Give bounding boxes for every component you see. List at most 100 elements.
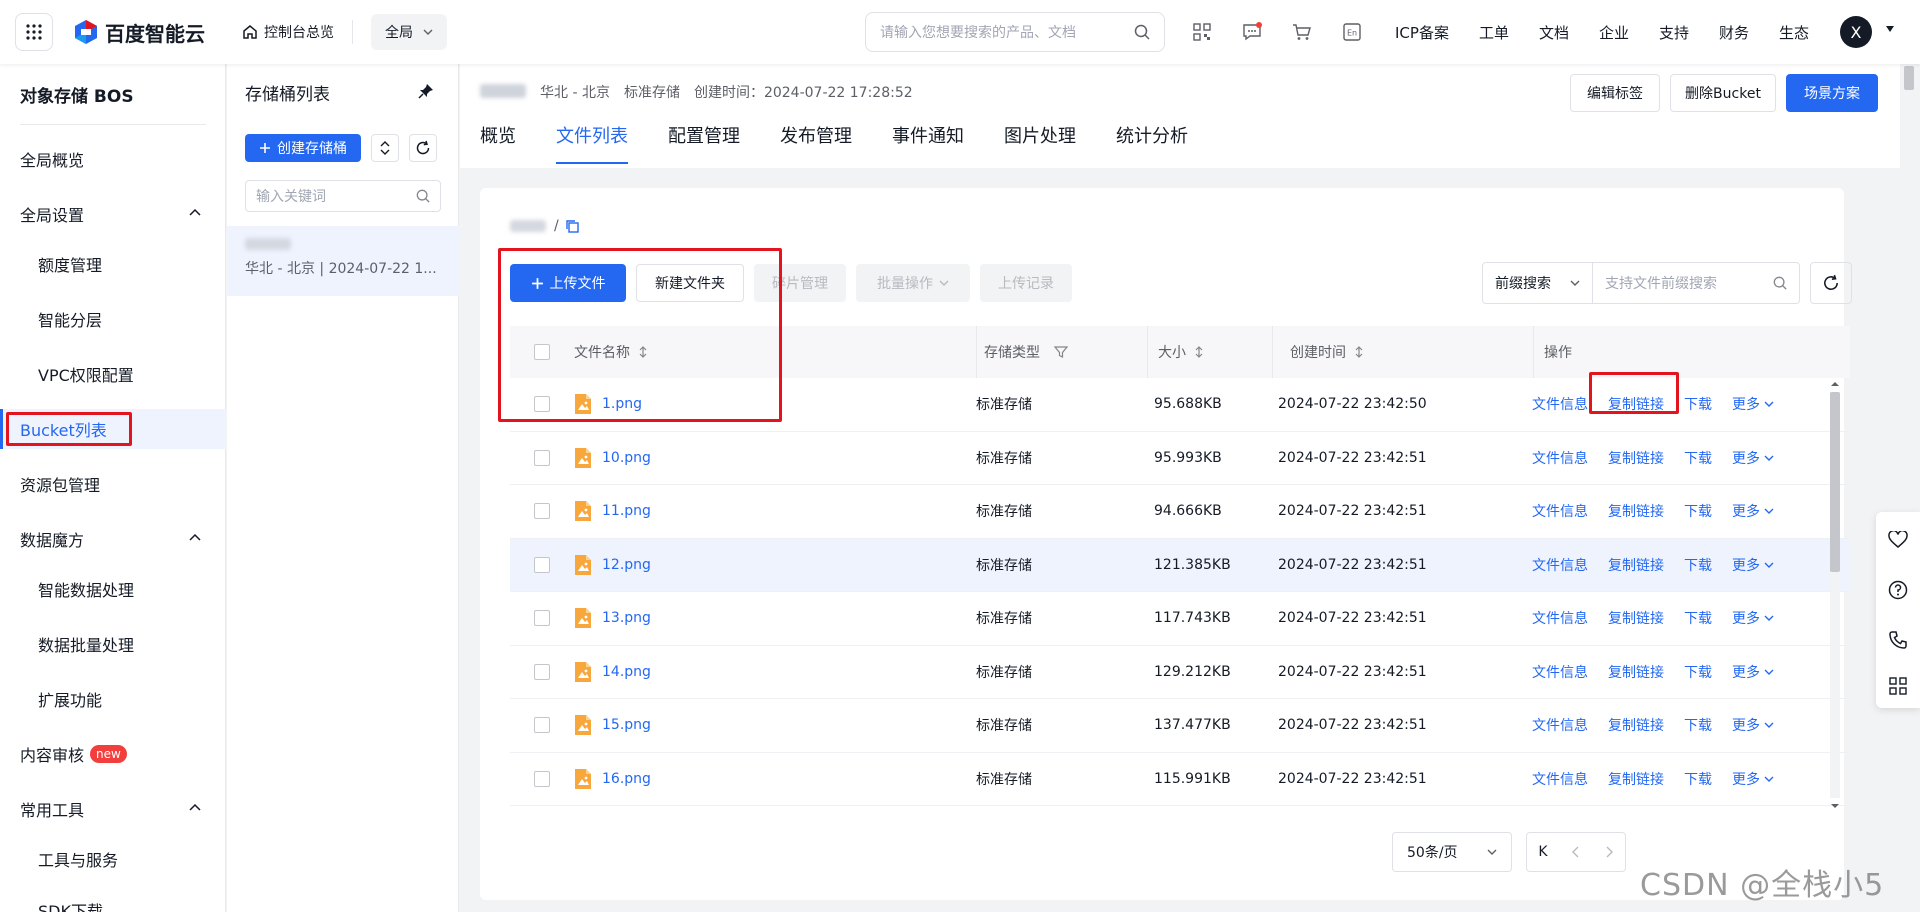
more-menu[interactable]: 更多 <box>1732 448 1774 468</box>
sidebar-item-bucket-list[interactable]: Bucket列表 <box>0 409 226 449</box>
download-link[interactable]: 下载 <box>1684 448 1712 468</box>
prefix-search-select[interactable]: 前缀搜索 <box>1483 263 1593 303</box>
user-avatar[interactable]: X <box>1840 16 1872 48</box>
sidebar-item-overview[interactable]: 全局概览 <box>0 139 226 179</box>
top-link-finance[interactable]: 财务 <box>1719 22 1749 43</box>
more-menu[interactable]: 更多 <box>1732 501 1774 521</box>
file-info-link[interactable]: 文件信息 <box>1532 662 1588 682</box>
download-link[interactable]: 下载 <box>1684 715 1712 735</box>
table-row[interactable]: 16.png 标准存储 115.991KB 2024-07-22 23:42:51 文件… <box>510 753 1850 806</box>
row-checkbox[interactable] <box>534 770 550 787</box>
copy-link-link[interactable]: 复制链接 <box>1608 608 1664 628</box>
message-icon[interactable] <box>1236 16 1268 48</box>
edit-tags-button[interactable]: 编辑标签 <box>1570 74 1660 112</box>
file-info-link[interactable]: 文件信息 <box>1532 501 1588 521</box>
more-menu[interactable]: 更多 <box>1732 394 1774 414</box>
sort-icon[interactable] <box>1194 345 1204 359</box>
table-row[interactable]: 13.png 标准存储 117.743KB 2024-07-22 23:42:51 文件… <box>510 592 1850 646</box>
scroll-up-icon[interactable] <box>1828 378 1842 390</box>
table-row[interactable]: 12.png 标准存储 121.385KB 2024-07-22 23:42:51 文件… <box>510 538 1850 592</box>
create-bucket-button[interactable]: 创建存储桶 <box>245 134 361 162</box>
file-name-link[interactable]: 11.png <box>602 503 651 519</box>
table-scrollbar[interactable] <box>1828 378 1842 812</box>
select-all-checkbox[interactable] <box>534 344 550 360</box>
file-name-link[interactable]: 10.png <box>602 450 651 466</box>
tab-overview[interactable]: 概览 <box>480 122 516 166</box>
sidebar-item-moderation[interactable]: 内容审核 new <box>0 734 226 774</box>
tab-events[interactable]: 事件通知 <box>892 122 964 166</box>
upload-file-button[interactable]: 上传文件 <box>510 264 626 302</box>
sidebar-item-extensions[interactable]: 扩展功能 <box>0 679 226 719</box>
more-menu[interactable]: 更多 <box>1732 769 1774 789</box>
row-checkbox[interactable] <box>534 610 550 627</box>
sidebar-item-tiering[interactable]: 智能分层 <box>0 299 226 339</box>
phone-icon[interactable] <box>1886 628 1910 652</box>
page-scrollbar[interactable] <box>1900 64 1920 912</box>
region-selector[interactable]: 全局 <box>371 14 447 50</box>
tab-publish[interactable]: 发布管理 <box>780 122 852 166</box>
row-checkbox[interactable] <box>534 717 550 734</box>
file-name-link[interactable]: 15.png <box>602 717 651 733</box>
sort-icon[interactable] <box>1354 345 1364 359</box>
search-icon[interactable] <box>1773 276 1787 290</box>
first-page-button[interactable]: K <box>1526 832 1560 872</box>
table-row[interactable]: 15.png 标准存储 137.477KB 2024-07-22 23:42:51 文件… <box>510 699 1850 753</box>
sidebar-item-resource-pack[interactable]: 资源包管理 <box>0 464 226 504</box>
table-row[interactable]: 14.png 标准存储 129.212KB 2024-07-22 23:42:51 文件… <box>510 646 1850 699</box>
file-info-link[interactable]: 文件信息 <box>1532 608 1588 628</box>
col-header-time[interactable]: 创建时间 <box>1278 342 1532 362</box>
top-link-ticket[interactable]: 工单 <box>1479 22 1509 43</box>
scenario-button[interactable]: 场景方案 <box>1786 74 1878 112</box>
page-size-select[interactable]: 50条/页 <box>1392 832 1512 872</box>
scroll-down-icon[interactable] <box>1828 800 1842 812</box>
download-link[interactable]: 下载 <box>1684 501 1712 521</box>
copy-link-link[interactable]: 复制链接 <box>1608 394 1664 414</box>
row-checkbox[interactable] <box>534 663 550 680</box>
table-row[interactable]: 11.png 标准存储 94.666KB 2024-07-22 23:42:51 文件信… <box>510 485 1850 539</box>
brand-logo[interactable]: 百度智能云 <box>73 18 205 47</box>
row-checkbox[interactable] <box>534 556 550 573</box>
file-name-link[interactable]: 14.png <box>602 664 651 680</box>
top-link-docs[interactable]: 文档 <box>1539 22 1569 43</box>
tab-config[interactable]: 配置管理 <box>668 122 740 166</box>
col-header-size[interactable]: 大小 <box>1154 342 1278 362</box>
filter-icon[interactable] <box>1054 345 1068 359</box>
sidebar-item-smart-data[interactable]: 智能数据处理 <box>0 569 226 609</box>
bucket-list-item[interactable]: 华北 - 北京 | 2024-07-22 1... <box>227 226 459 296</box>
console-home-link[interactable]: 控制台总览 <box>242 22 334 42</box>
copy-link-link[interactable]: 复制链接 <box>1608 448 1664 468</box>
upload-record-button[interactable]: 上传记录 <box>980 264 1072 302</box>
fragment-manage-button[interactable]: 碎片管理 <box>754 264 846 302</box>
file-name-link[interactable]: 16.png <box>602 771 651 787</box>
table-row[interactable]: 1.png 标准存储 95.688KB 2024-07-22 23:42:50 文件信息… <box>510 378 1850 432</box>
copy-link-link[interactable]: 复制链接 <box>1608 715 1664 735</box>
row-checkbox[interactable] <box>534 396 550 413</box>
col-header-name[interactable]: 文件名称 <box>574 342 976 362</box>
sort-icon[interactable] <box>638 345 648 359</box>
file-name-link[interactable]: 12.png <box>602 557 651 573</box>
grid-icon[interactable] <box>1886 674 1910 698</box>
row-checkbox[interactable] <box>534 449 550 466</box>
download-link[interactable]: 下载 <box>1684 608 1712 628</box>
sidebar-item-data-cube[interactable]: 数据魔方 <box>0 519 226 559</box>
file-info-link[interactable]: 文件信息 <box>1532 769 1588 789</box>
file-name-link[interactable]: 13.png <box>602 610 651 626</box>
blurred-bucket-crumb[interactable] <box>510 220 546 232</box>
top-link-support[interactable]: 支持 <box>1659 22 1689 43</box>
sidebar-item-common-tools[interactable]: 常用工具 <box>0 789 226 829</box>
page-scrollbar-thumb[interactable] <box>1904 66 1914 90</box>
delete-bucket-button[interactable]: 删除Bucket <box>1670 74 1776 112</box>
copy-link-link[interactable]: 复制链接 <box>1608 662 1664 682</box>
sidebar-item-quota[interactable]: 额度管理 <box>0 244 226 284</box>
sort-button[interactable] <box>371 134 399 162</box>
copy-link-link[interactable]: 复制链接 <box>1608 555 1664 575</box>
tab-statistics[interactable]: 统计分析 <box>1116 122 1188 166</box>
download-link[interactable]: 下载 <box>1684 662 1712 682</box>
search-icon[interactable] <box>1134 24 1150 40</box>
sidebar-item-tools-services[interactable]: 工具与服务 <box>0 839 226 879</box>
file-info-link[interactable]: 文件信息 <box>1532 715 1588 735</box>
help-icon[interactable] <box>1886 578 1910 602</box>
refresh-button[interactable] <box>409 134 437 162</box>
copy-icon[interactable] <box>565 219 579 233</box>
more-menu[interactable]: 更多 <box>1732 608 1774 628</box>
